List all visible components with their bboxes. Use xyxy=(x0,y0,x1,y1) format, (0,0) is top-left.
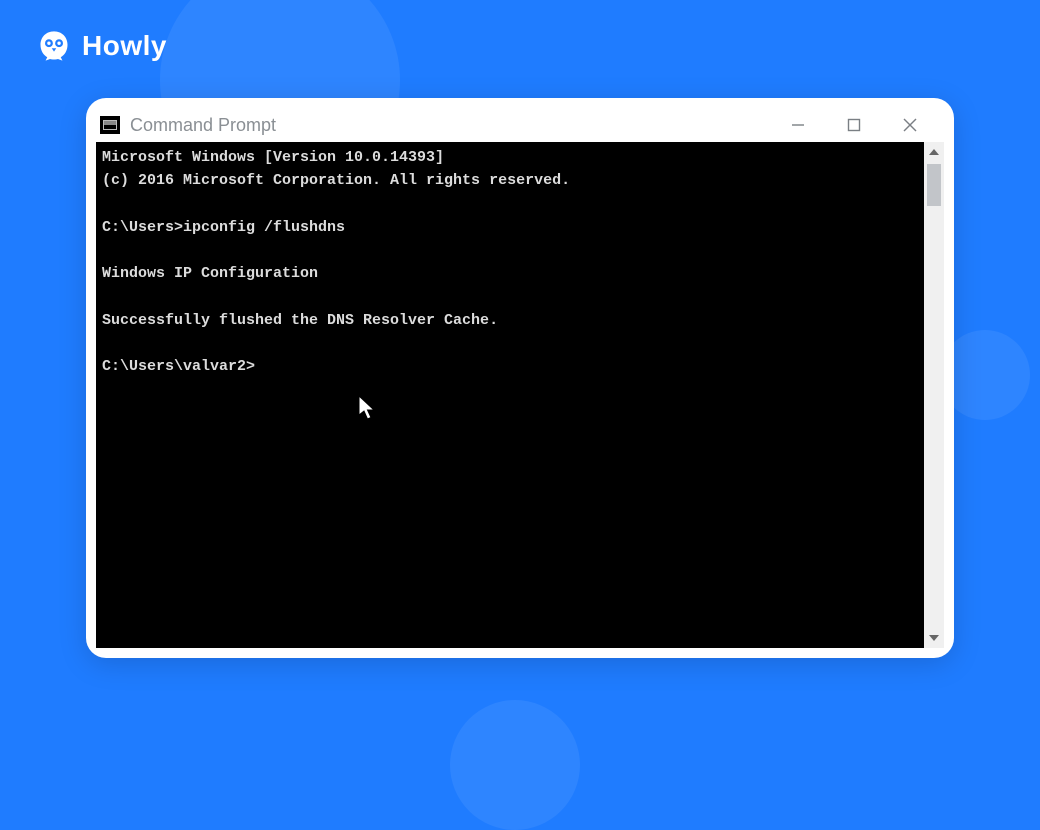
close-icon xyxy=(902,117,918,133)
vertical-scrollbar[interactable] xyxy=(924,142,944,648)
maximize-icon xyxy=(847,118,861,132)
titlebar[interactable]: Command Prompt xyxy=(96,108,944,142)
owl-icon xyxy=(36,28,72,64)
command-prompt-window: Command Prompt Microsoft Windows [Versio… xyxy=(86,98,954,658)
cmd-app-icon xyxy=(100,116,120,134)
window-title: Command Prompt xyxy=(130,115,760,136)
minimize-button[interactable] xyxy=(770,108,826,142)
scroll-down-button[interactable] xyxy=(924,628,944,648)
window-controls xyxy=(770,108,938,142)
minimize-icon xyxy=(791,118,805,132)
brand-logo: Howly xyxy=(36,28,167,64)
close-button[interactable] xyxy=(882,108,938,142)
bg-circle xyxy=(450,700,580,830)
brand-name: Howly xyxy=(82,30,167,62)
scroll-up-button[interactable] xyxy=(924,142,944,162)
terminal-output[interactable]: Microsoft Windows [Version 10.0.14393] (… xyxy=(96,142,924,648)
scroll-thumb[interactable] xyxy=(927,164,941,206)
terminal-area: Microsoft Windows [Version 10.0.14393] (… xyxy=(96,142,944,648)
maximize-button[interactable] xyxy=(826,108,882,142)
